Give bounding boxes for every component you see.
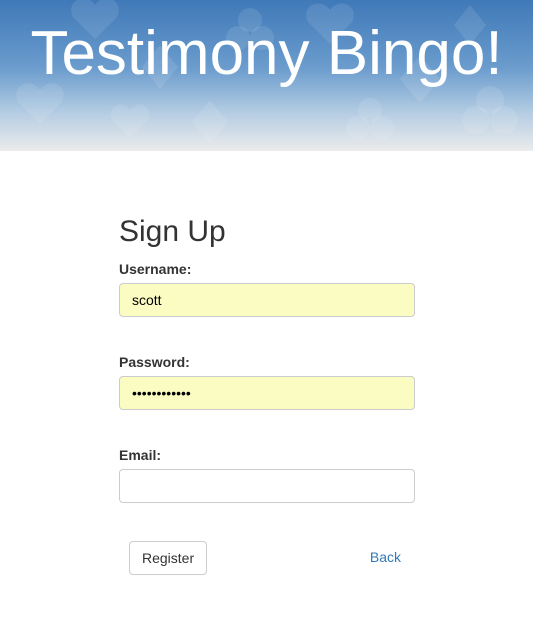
password-input[interactable] — [119, 376, 415, 410]
signup-form: Sign Up Username: Password: Email: — [119, 212, 415, 503]
header-banner: Testimony Bingo! — [0, 0, 533, 151]
email-label: Email: — [119, 447, 162, 463]
email-input[interactable] — [119, 469, 415, 503]
username-input[interactable] — [119, 283, 415, 317]
page-title: Testimony Bingo! — [30, 19, 503, 88]
signup-title: Sign Up — [119, 215, 226, 248]
register-button[interactable]: Register — [129, 541, 208, 575]
password-label: Password: — [119, 354, 190, 370]
username-label: Username: — [119, 261, 192, 277]
back-link[interactable]: Back — [370, 549, 401, 565]
form-actions: Register Back — [129, 541, 401, 575]
